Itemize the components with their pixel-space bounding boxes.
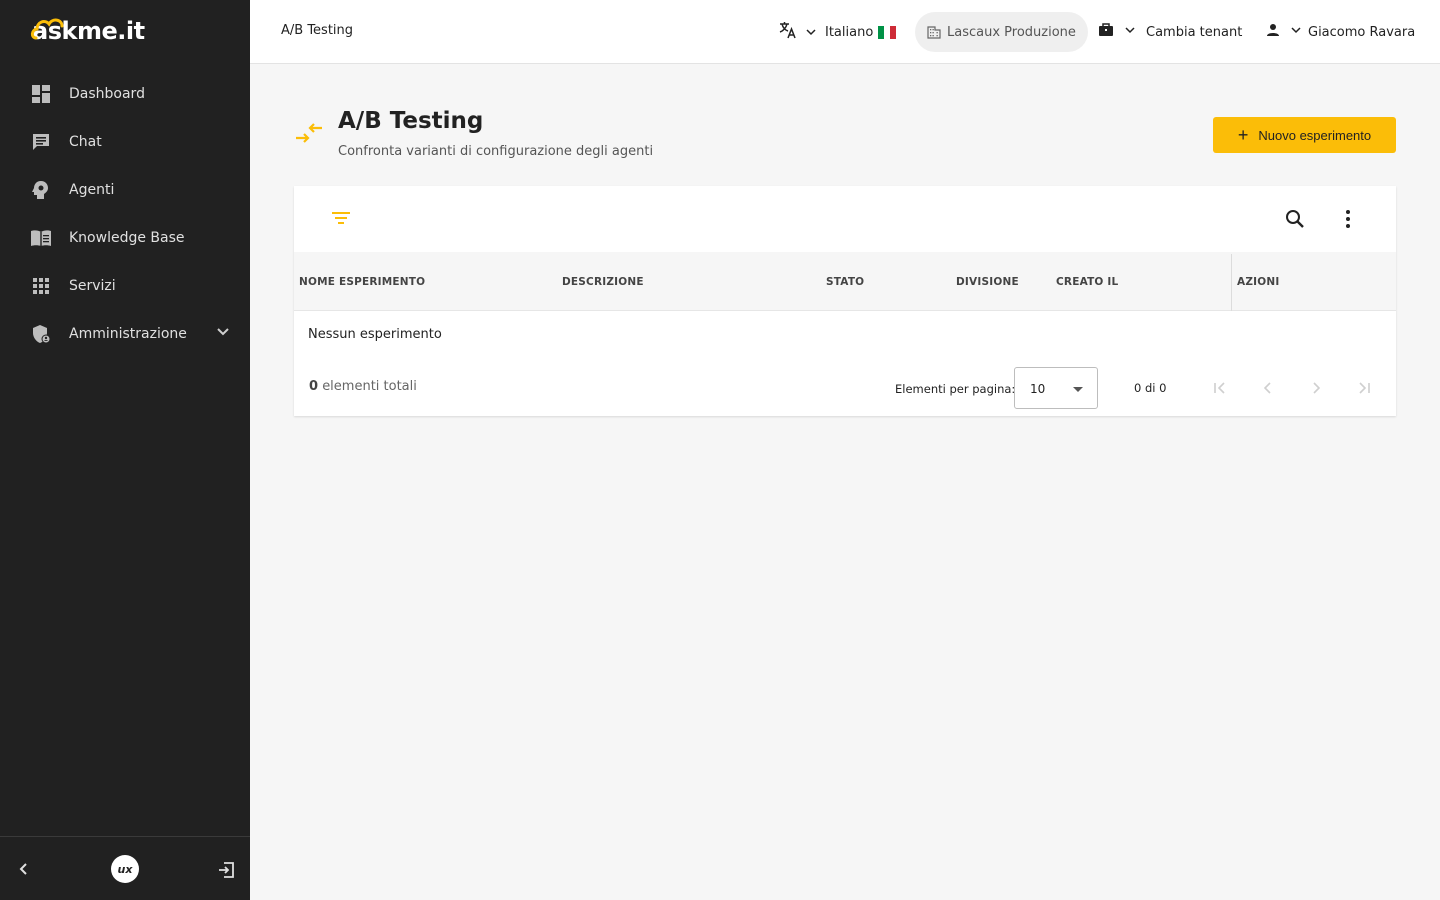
last-page-icon[interactable] bbox=[1354, 378, 1374, 398]
sidebar-item-agenti[interactable]: Agenti bbox=[0, 166, 250, 214]
logout-icon[interactable] bbox=[217, 861, 235, 879]
askme-logo[interactable]: askme.it bbox=[30, 12, 145, 46]
page-subtitle: Confronta varianti di configurazione deg… bbox=[338, 144, 654, 159]
sidebar-item-chat[interactable]: Chat bbox=[0, 118, 250, 166]
page-size-select[interactable]: 10 bbox=[1014, 367, 1098, 409]
previous-page-icon[interactable] bbox=[1258, 378, 1278, 398]
caret-down-icon bbox=[1073, 387, 1083, 392]
next-page-icon[interactable] bbox=[1306, 378, 1326, 398]
table-header: NOME ESPERIMENTO DESCRIZIONE STATO DIVIS… bbox=[294, 252, 1396, 311]
column-header-actions: AZIONI bbox=[1237, 276, 1280, 288]
search-icon[interactable] bbox=[1284, 208, 1306, 234]
dashboard-icon bbox=[30, 83, 52, 105]
tenant-label: Lascaux Produzione bbox=[947, 24, 1076, 40]
compare-arrows-icon bbox=[294, 122, 324, 148]
translate-icon bbox=[779, 21, 797, 43]
page-title: A/B Testing bbox=[338, 108, 484, 134]
sidebar-item-label: Dashboard bbox=[69, 86, 145, 102]
language-label: Italiano bbox=[825, 24, 874, 40]
switch-tenant-menu[interactable]: Cambia tenant bbox=[1098, 20, 1242, 44]
current-tenant[interactable]: Lascaux Produzione bbox=[915, 12, 1088, 52]
column-divider bbox=[1231, 254, 1232, 311]
chevron-down-icon bbox=[805, 23, 817, 42]
page-header: A/B Testing Confronta varianti di config… bbox=[294, 108, 1396, 168]
language-selector[interactable]: Italiano bbox=[779, 20, 897, 44]
first-page-icon[interactable] bbox=[1210, 378, 1230, 398]
italy-flag-icon bbox=[878, 25, 897, 39]
chat-icon bbox=[30, 131, 52, 153]
experiments-table-card: NOME ESPERIMENTO DESCRIZIONE STATO DIVIS… bbox=[294, 186, 1396, 416]
filter-icon[interactable] bbox=[331, 210, 351, 230]
chevron-down-icon[interactable] bbox=[216, 324, 230, 343]
new-experiment-label: Nuovo esperimento bbox=[1258, 127, 1372, 143]
chevron-left-icon[interactable] bbox=[16, 861, 32, 877]
book-icon bbox=[30, 227, 52, 249]
sidebar-item-label: Agenti bbox=[69, 182, 115, 198]
total-count-value: 0 bbox=[309, 379, 319, 394]
grid-icon bbox=[30, 275, 52, 297]
page-size-label: Elementi per pagina: bbox=[895, 382, 1016, 396]
sidebar-item-label: Amministrazione bbox=[69, 326, 187, 342]
sidebar-item-label: Knowledge Base bbox=[69, 230, 185, 246]
chevron-down-icon bbox=[1124, 24, 1136, 40]
building-icon bbox=[927, 26, 941, 39]
plus-icon: + bbox=[1237, 125, 1249, 145]
page-size-value: 10 bbox=[1030, 382, 1046, 396]
page-range: 0 di 0 bbox=[1134, 381, 1167, 395]
sidebar: askme.it Dashboard Chat Agenti Knowledge… bbox=[0, 0, 250, 900]
column-header-status[interactable]: STATO bbox=[826, 276, 864, 288]
user-menu[interactable]: Giacomo Ravara bbox=[1266, 20, 1415, 44]
person-icon bbox=[1266, 23, 1280, 41]
sidebar-item-amministrazione[interactable]: Amministrazione bbox=[0, 310, 250, 358]
column-header-division[interactable]: DIVISIONE bbox=[956, 276, 1019, 288]
briefcase-icon bbox=[1098, 22, 1114, 42]
column-header-description[interactable]: DESCRIZIONE bbox=[562, 276, 644, 288]
user-name: Giacomo Ravara bbox=[1308, 24, 1416, 40]
topbar: A/B Testing Italiano Lascaux Produzione … bbox=[250, 0, 1440, 64]
column-header-created[interactable]: CREATO IL bbox=[1056, 276, 1118, 288]
sidebar-item-knowledge-base[interactable]: Knowledge Base bbox=[0, 214, 250, 262]
cloud-logo-icon bbox=[30, 18, 64, 40]
total-count: 0 elementi totali bbox=[309, 379, 417, 394]
total-count-label: elementi totali bbox=[322, 379, 417, 394]
empty-table-message: Nessun esperimento bbox=[308, 327, 442, 342]
column-header-name[interactable]: NOME ESPERIMENTO bbox=[299, 276, 425, 288]
admin-shield-icon bbox=[30, 323, 52, 345]
new-experiment-button[interactable]: + Nuovo esperimento bbox=[1213, 117, 1396, 153]
sidebar-item-label: Servizi bbox=[69, 278, 116, 294]
agent-head-icon bbox=[30, 179, 52, 201]
sidebar-item-dashboard[interactable]: Dashboard bbox=[0, 70, 250, 118]
chevron-down-icon bbox=[1290, 24, 1302, 40]
sidebar-footer: ux bbox=[0, 836, 250, 900]
sidebar-item-label: Chat bbox=[69, 134, 102, 150]
table-toolbar bbox=[294, 186, 1396, 252]
sidebar-nav: Dashboard Chat Agenti Knowledge Base Ser… bbox=[0, 70, 250, 358]
breadcrumb: A/B Testing bbox=[281, 23, 354, 38]
switch-tenant-label: Cambia tenant bbox=[1146, 24, 1243, 40]
sidebar-item-servizi[interactable]: Servizi bbox=[0, 262, 250, 310]
ux-badge: ux bbox=[111, 855, 139, 883]
more-vert-icon[interactable] bbox=[1338, 208, 1358, 234]
